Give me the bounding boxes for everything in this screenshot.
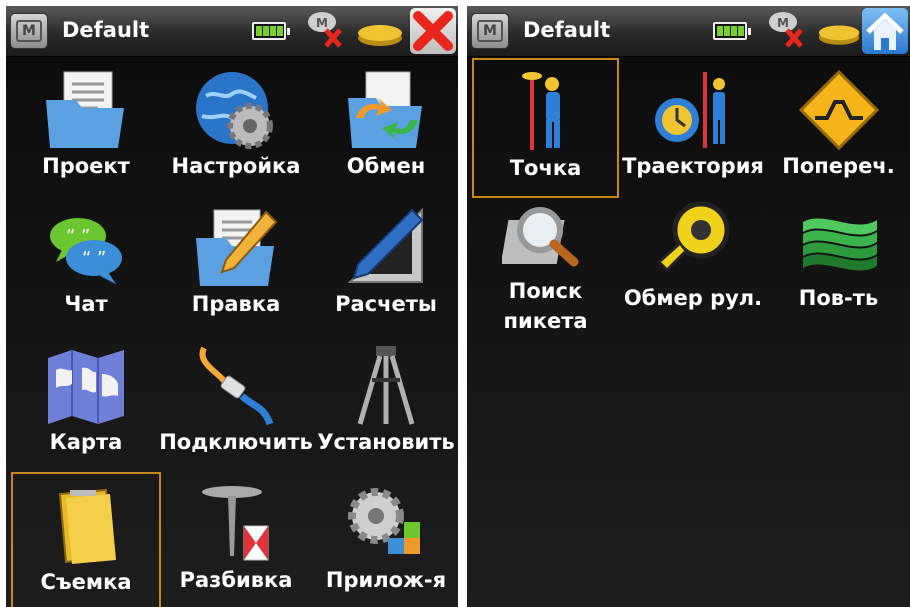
home-button[interactable] bbox=[862, 8, 908, 54]
gear-blocks-icon bbox=[348, 488, 420, 554]
app-label: Установить bbox=[317, 430, 455, 454]
menu-button[interactable]: M bbox=[471, 13, 509, 49]
app-chat[interactable]: “ ” “ ” Чат bbox=[11, 196, 161, 334]
app-label: Карта bbox=[49, 430, 123, 454]
menu-button[interactable]: M bbox=[10, 13, 48, 49]
app-label: Обмер рул. bbox=[623, 286, 763, 310]
gnss-receiver-icon[interactable] bbox=[817, 8, 863, 54]
app-calculations[interactable]: Расчеты bbox=[311, 196, 458, 334]
app-settings[interactable]: Настройка bbox=[161, 58, 311, 196]
close-icon bbox=[413, 11, 453, 51]
home-icon bbox=[866, 12, 904, 50]
m-logo-icon: M bbox=[477, 20, 503, 42]
app-label-line: Поиск bbox=[508, 279, 583, 303]
folder-document-icon bbox=[46, 71, 124, 148]
app-label-line: пикета bbox=[503, 309, 588, 333]
app-map[interactable]: Карта bbox=[11, 334, 161, 472]
app-connect[interactable]: Подключить bbox=[159, 334, 313, 472]
stakeout-nail-icon bbox=[202, 486, 269, 561]
app-find-station[interactable]: Поиск пикета bbox=[472, 198, 619, 336]
app-survey[interactable]: Съемка bbox=[11, 472, 161, 607]
app-label: Съемка bbox=[40, 570, 132, 594]
app-label: Разбивка bbox=[179, 568, 293, 592]
app-project[interactable]: Проект bbox=[11, 58, 161, 196]
app-label: Правка bbox=[191, 292, 281, 316]
title-bar: M Default M bbox=[467, 6, 910, 57]
app-label: Обмен bbox=[346, 154, 426, 178]
app-label: Точка bbox=[509, 156, 582, 180]
m-logo-icon: M bbox=[16, 20, 42, 42]
app-label: Поиск пикета bbox=[467, 276, 629, 336]
svg-text:“ ”: “ ” bbox=[82, 248, 106, 269]
folder-exchange-icon bbox=[348, 71, 422, 148]
battery-icon bbox=[252, 22, 290, 40]
app-label: Пов-ть bbox=[798, 286, 879, 310]
app-label: Проект bbox=[42, 154, 130, 178]
app-tape-measure[interactable]: Обмер рул. bbox=[619, 198, 767, 336]
svg-text:M: M bbox=[777, 16, 789, 30]
folder-edit-icon bbox=[196, 209, 278, 286]
app-label: Попереч. bbox=[782, 154, 895, 178]
job-title: Default bbox=[62, 18, 150, 42]
connection-status-icon[interactable]: M bbox=[302, 8, 362, 54]
ruler-pencil-icon bbox=[347, 207, 424, 283]
app-label: Подключить bbox=[159, 430, 313, 454]
connection-status-icon[interactable]: M bbox=[763, 8, 823, 54]
title-bar: M Default M bbox=[6, 6, 458, 57]
survey-notebook-icon bbox=[58, 488, 116, 564]
cross-section-sign-icon bbox=[798, 69, 879, 151]
app-label: Чат bbox=[64, 292, 108, 316]
close-button[interactable] bbox=[410, 8, 456, 54]
app-applications[interactable]: Прилож-я bbox=[311, 472, 458, 607]
surveyor-pole-icon bbox=[521, 72, 560, 150]
surveyor-clock-icon bbox=[655, 72, 725, 148]
tape-measure-icon bbox=[656, 201, 730, 273]
battery-icon bbox=[713, 22, 751, 40]
app-label: Прилож-я bbox=[325, 568, 447, 592]
app-cross-section[interactable]: Попереч. bbox=[767, 58, 910, 196]
world-map-icon bbox=[48, 350, 124, 424]
survey-menu-screen: M Default M Точка Траектория Попереч. По bbox=[467, 6, 910, 607]
app-label: Траектория bbox=[622, 154, 764, 178]
tripod-icon bbox=[357, 346, 415, 425]
main-menu-screen: M Default M Проект Настройка Обмен “ ” “… bbox=[6, 6, 458, 607]
chat-bubbles-icon: “ ”“ ” bbox=[50, 218, 122, 284]
app-trajectory[interactable]: Траектория bbox=[619, 58, 767, 196]
app-setup[interactable]: Установить bbox=[311, 334, 458, 472]
gnss-receiver-icon[interactable] bbox=[356, 8, 406, 54]
globe-gear-icon bbox=[196, 72, 273, 149]
job-title: Default bbox=[523, 18, 611, 42]
app-stakeout[interactable]: Разбивка bbox=[161, 472, 311, 607]
surface-layers-icon bbox=[802, 218, 877, 271]
magnifier-search-icon bbox=[501, 207, 578, 267]
app-point[interactable]: Точка bbox=[472, 58, 619, 198]
app-edit[interactable]: Правка bbox=[161, 196, 311, 334]
cable-icon bbox=[199, 346, 274, 426]
svg-text:“ ”: “ ” bbox=[66, 226, 90, 247]
app-label: Расчеты bbox=[335, 292, 437, 316]
app-label: Настройка bbox=[171, 154, 301, 178]
svg-text:M: M bbox=[316, 16, 328, 30]
app-exchange[interactable]: Обмен bbox=[311, 58, 458, 196]
app-surface[interactable]: Пов-ть bbox=[767, 198, 910, 336]
